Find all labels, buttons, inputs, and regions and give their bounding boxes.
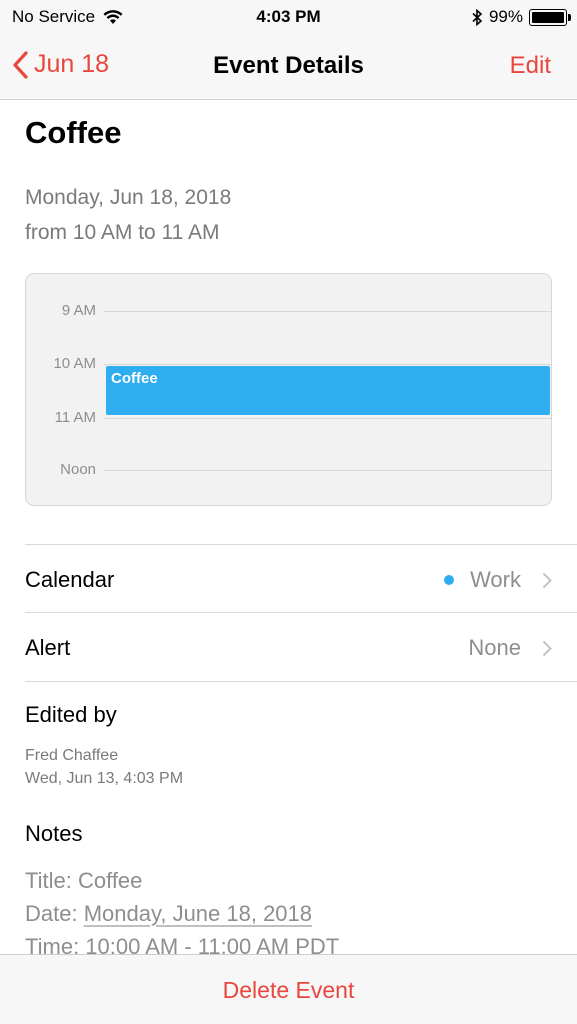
page-title: Event Details: [213, 52, 364, 79]
alert-row-label: Alert: [25, 635, 71, 660]
bottom-toolbar: Delete Event: [0, 954, 577, 1024]
notes-date-line: Date: Monday, June 18, 2018: [25, 897, 339, 930]
notes-body[interactable]: Title: Coffee Date: Monday, June 18, 201…: [25, 864, 339, 963]
status-bar: No Service 4:03 PM 99%: [0, 0, 577, 34]
hour-label: 11 AM: [54, 409, 96, 426]
notes-label: Notes: [25, 821, 83, 846]
hour-row-noon: Noon: [26, 461, 551, 481]
calendar-color-dot: [444, 575, 455, 585]
edited-timestamp: Wed, Jun 13, 4:03 PM: [25, 770, 184, 787]
chevron-right-icon: [542, 572, 552, 589]
alert-row-value: None: [468, 635, 521, 660]
delete-event-button[interactable]: Delete Event: [0, 977, 577, 1004]
alert-row[interactable]: Alert None: [0, 613, 577, 682]
notes-title-value: Coffee: [77, 868, 143, 893]
hour-row-9am: 9 AM: [26, 302, 551, 322]
hour-line: [104, 418, 551, 419]
edited-by-label: Edited by: [25, 702, 117, 727]
hour-line: [104, 311, 551, 312]
divider: [25, 681, 577, 682]
status-right: 99%: [472, 7, 571, 27]
hour-label: Noon: [60, 461, 96, 478]
event-block-label: Coffee: [111, 370, 158, 387]
calendar-name: Work: [470, 567, 521, 592]
calendar-row-label: Calendar: [25, 567, 115, 592]
battery-icon: [529, 8, 571, 26]
notes-date-prefix: Date:: [25, 901, 84, 926]
event-time-line: from 10 AM to 11 AM: [25, 221, 220, 244]
hour-label: 9 AM: [61, 302, 96, 319]
event-date: Monday, Jun 18, 2018 from 10 AM to 11 AM: [25, 180, 231, 250]
editor-name: Fred Chaffee: [25, 747, 119, 764]
battery-fill: [532, 11, 564, 23]
notes-title-line: Title: Coffee: [25, 864, 339, 897]
notes-title-prefix: Title:: [25, 868, 78, 893]
notes-date-link[interactable]: Monday, June 18, 2018: [84, 901, 312, 926]
chevron-right-icon: [542, 640, 552, 657]
day-view-preview[interactable]: 9 AM 10 AM 11 AM Noon Coffee: [25, 273, 552, 506]
edit-button[interactable]: Edit: [510, 52, 551, 80]
hour-line: [104, 470, 551, 471]
edited-by-info: Fred Chaffee Wed, Jun 13, 4:03 PM: [25, 744, 183, 790]
bluetooth-icon: [472, 8, 483, 26]
hour-line: [104, 364, 551, 365]
hour-label: 10 AM: [53, 355, 96, 372]
nav-bar: Jun 18 Event Details Edit: [0, 34, 577, 100]
battery-percent: 99%: [488, 7, 523, 26]
event-title: Coffee: [25, 115, 122, 150]
event-date-line: Monday, Jun 18, 2018: [25, 186, 232, 209]
calendar-row-value: Work: [444, 567, 521, 593]
calendar-row[interactable]: Calendar Work: [0, 545, 577, 614]
event-block[interactable]: Coffee: [106, 366, 550, 415]
